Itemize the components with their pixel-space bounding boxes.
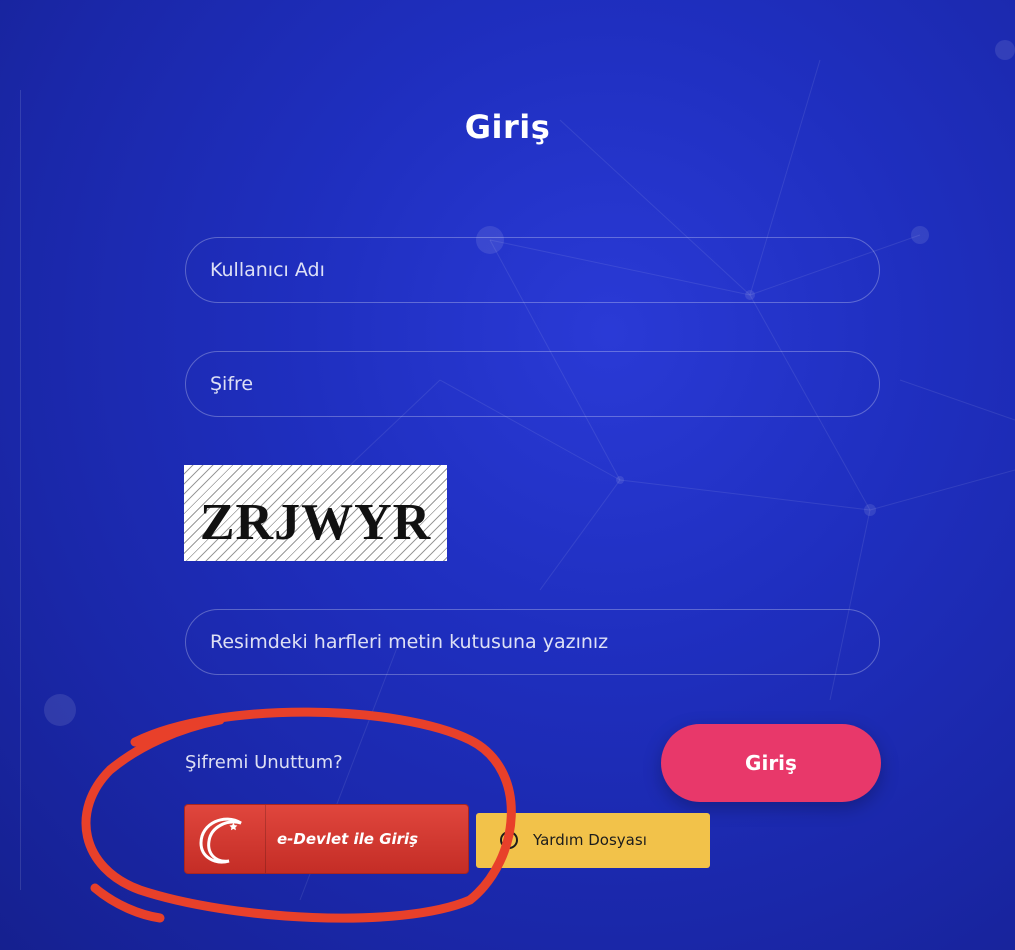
edevlet-login-button[interactable]: e-Devlet ile Giriş xyxy=(184,804,469,874)
help-file-button[interactable]: Yardım Dosyası xyxy=(476,813,710,868)
crescent-star-icon xyxy=(185,805,266,873)
left-divider xyxy=(20,90,21,890)
page-title: Giriş xyxy=(464,108,551,146)
help-circle-icon xyxy=(500,831,518,849)
captcha-image: ZRJWYR xyxy=(184,465,447,561)
forgot-password-link[interactable]: Şifremi Unuttum? xyxy=(185,752,343,773)
help-label: Yardım Dosyası xyxy=(533,831,647,849)
password-input[interactable]: Şifre xyxy=(185,351,880,417)
username-input[interactable]: Kullanıcı Adı xyxy=(185,237,880,303)
login-button[interactable]: Giriş xyxy=(661,724,881,802)
captcha-input[interactable]: Resimdeki harfleri metin kutusuna yazını… xyxy=(185,609,880,675)
captcha-text: ZRJWYR xyxy=(199,494,432,551)
edevlet-label: e-Devlet ile Giriş xyxy=(277,830,419,848)
